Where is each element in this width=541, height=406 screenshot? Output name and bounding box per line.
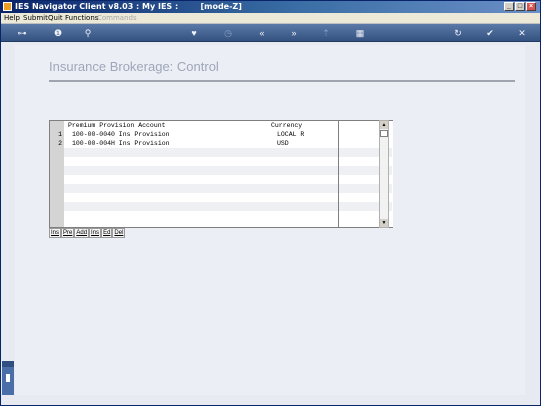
check-icon[interactable]: ✔ <box>483 27 497 39</box>
add-button[interactable]: Add <box>74 228 90 238</box>
insert-row-button[interactable]: Ins <box>89 228 102 238</box>
refresh-icon[interactable]: ↻ <box>451 27 465 39</box>
key-icon[interactable]: ⊶ <box>11 27 33 39</box>
grid-button-bar: Ins Pre Add Ins Ed Del <box>49 228 126 238</box>
history-icon[interactable]: ◷ <box>221 27 235 39</box>
maximize-button[interactable]: □ <box>515 2 525 11</box>
empty-row[interactable] <box>50 166 393 175</box>
title-bar: IES Navigator Client v8.03 : My IES : [m… <box>1 1 540 13</box>
row-number: 1 <box>58 131 62 138</box>
empty-row[interactable] <box>50 202 393 211</box>
heart-icon[interactable]: ♥ <box>187 27 201 39</box>
grid-scrollbar[interactable]: ▲ ▼ <box>379 120 389 228</box>
app-window: IES Navigator Client v8.03 : My IES : [m… <box>0 0 541 406</box>
currency-cell[interactable]: USD <box>277 139 289 148</box>
delete-button[interactable]: Del <box>112 228 126 238</box>
column-separator <box>338 121 339 227</box>
provision-grid[interactable]: Premium Provision Account Currency 1 100… <box>49 120 393 228</box>
grid-header: Premium Provision Account Currency <box>64 121 392 130</box>
fast-forward-icon[interactable]: » <box>287 27 301 39</box>
previous-button[interactable]: Pre <box>61 228 75 238</box>
search-icon[interactable]: ⚲ <box>81 27 95 39</box>
window-title: IES Navigator Client v8.03 : My IES : [m… <box>15 2 242 11</box>
table-row[interactable]: 1 100-00-0040 Ins Provision LOCAL R <box>50 130 393 139</box>
scroll-down-icon[interactable]: ▼ <box>380 219 388 227</box>
app-icon <box>3 2 12 11</box>
close-icon[interactable]: ✕ <box>515 27 529 39</box>
menu-help[interactable]: Help <box>4 13 20 24</box>
main-content: Insurance Brokerage: Control Premium Pro… <box>15 45 525 395</box>
logo-icon <box>2 361 14 367</box>
grid-icon[interactable]: ▦ <box>353 27 367 39</box>
close-window-button[interactable]: × <box>526 2 536 11</box>
scroll-up-icon[interactable]: ▲ <box>380 121 388 129</box>
column-header-account: Premium Provision Account <box>68 122 166 129</box>
side-panel-tab[interactable] <box>2 361 14 395</box>
scroll-thumb[interactable] <box>380 130 388 137</box>
menu-commands: Commands <box>97 14 137 22</box>
rewind-icon[interactable]: « <box>255 27 269 39</box>
title-divider <box>49 80 515 82</box>
menu-functions[interactable]: Functions <box>65 13 98 24</box>
menu-submit[interactable]: Submit <box>23 13 48 24</box>
menu-bar: Help Submit Quit Functions Commands <box>1 13 540 24</box>
row-number: 2 <box>58 140 62 147</box>
empty-row[interactable] <box>50 175 393 184</box>
menu-quit[interactable]: Quit <box>48 13 63 24</box>
currency-cell[interactable]: LOCAL R <box>277 130 304 139</box>
empty-row[interactable] <box>50 184 393 193</box>
minimize-button[interactable]: _ <box>504 2 514 11</box>
side-tab-icon <box>6 374 10 382</box>
empty-row[interactable] <box>50 211 393 220</box>
empty-row[interactable] <box>50 157 393 166</box>
empty-row[interactable] <box>50 148 393 157</box>
edit-button[interactable]: Ed <box>101 228 113 238</box>
info-icon[interactable]: ❶ <box>51 27 65 39</box>
page-title: Insurance Brokerage: Control <box>49 59 219 74</box>
table-row[interactable]: 2 100-00-004H Ins Provision USD <box>50 139 393 148</box>
empty-row[interactable] <box>50 193 393 202</box>
column-header-currency: Currency <box>271 122 303 129</box>
insert-button[interactable]: Ins <box>49 228 62 238</box>
toolbar: ⊶ ❶ ⚲ ♥ ◷ « » ⇡ ▦ ↻ ✔ ✕ <box>1 24 540 42</box>
upload-icon[interactable]: ⇡ <box>319 27 333 39</box>
account-cell[interactable]: 100-00-0040 Ins Provision <box>72 130 170 139</box>
account-cell[interactable]: 100-00-004H Ins Provision <box>72 139 170 148</box>
